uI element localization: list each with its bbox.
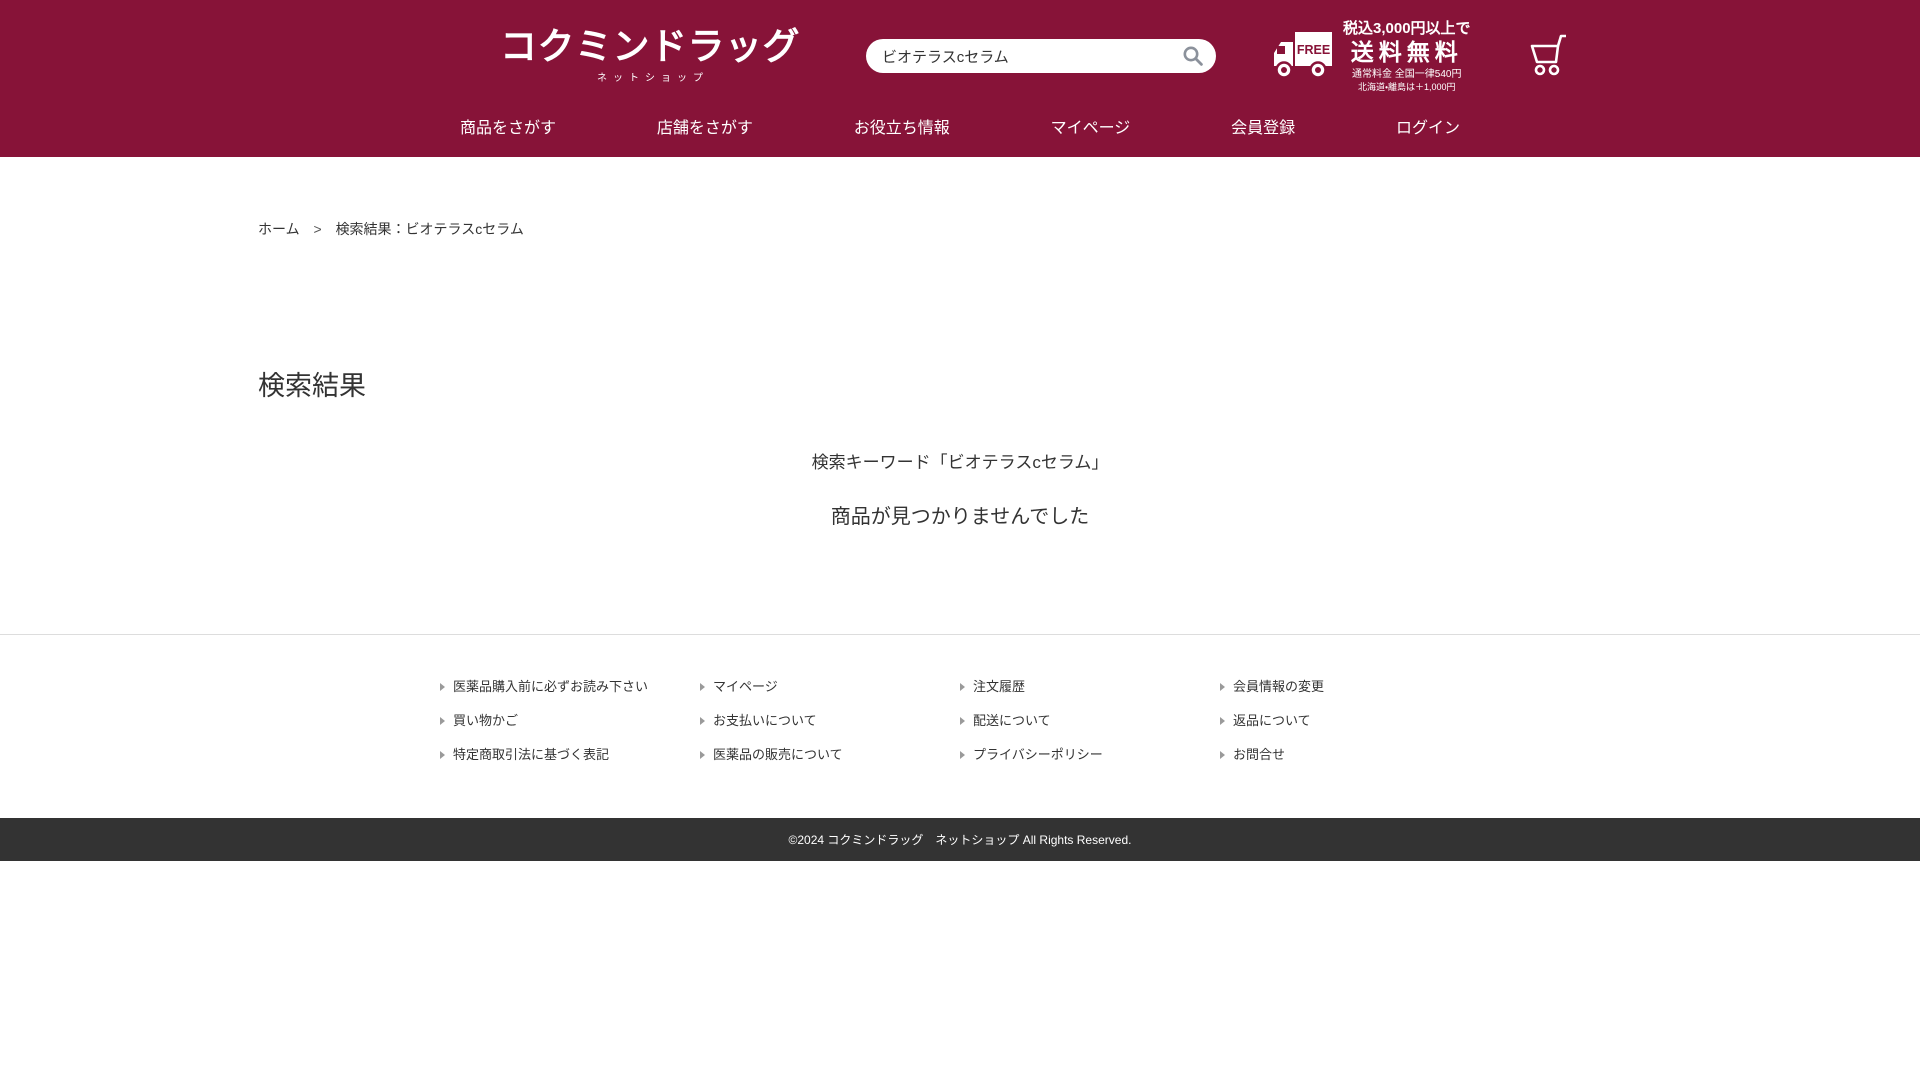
breadcrumb-home-link[interactable]: ホーム: [258, 221, 300, 237]
footer-link-payment[interactable]: お支払いについて: [700, 713, 960, 728]
chevron-right-icon: [960, 716, 965, 725]
search-keyword-text: 検索キーワード「ビオテラスcセラム」: [811, 453, 1109, 472]
chevron-right-icon: [700, 750, 705, 759]
main-content: 検索結果 検索キーワード「ビオテラスcセラム」 商品が見つかりませんでした: [258, 364, 1662, 634]
logo[interactable]: コクミンドラッグ ネットショップ: [500, 28, 800, 84]
footer-link-label: マイページ: [713, 679, 778, 694]
footer-link-label: 配送について: [973, 713, 1051, 728]
footer-link-shopping-cart[interactable]: 買い物かご: [440, 713, 700, 728]
free-shipping-banner: FREE 税込3,000円以上で 送料無料 通常料金 全国一律540円 北海道・…: [1271, 20, 1471, 93]
header-top-row: コクミンドラッグ ネットショップ FREE: [460, 0, 1566, 102]
chevron-right-icon: [960, 682, 965, 691]
chevron-right-icon: [1220, 750, 1225, 759]
shipping-condition: 税込3,000円以上で: [1343, 19, 1471, 37]
cart-button[interactable]: [1523, 30, 1567, 83]
footer-link-delivery[interactable]: 配送について: [960, 713, 1220, 728]
site-footer: 医薬品購入前に必ずお読み下さい 買い物かご 特定商取引法に基づく表記 マイページ…: [0, 634, 1920, 861]
main-nav: 商品をさがす 店舗をさがす お役立ち情報 マイページ 会員登録 ログイン: [460, 102, 1460, 149]
breadcrumb-separator: >: [313, 221, 322, 237]
logo-text: コクミンドラッグ: [500, 26, 800, 67]
footer-link-label: 買い物かご: [453, 713, 519, 728]
footer-link-label: プライバシーポリシー: [973, 747, 1103, 762]
search-input[interactable]: [866, 39, 1216, 73]
chevron-right-icon: [700, 716, 705, 725]
footer-link-label: 注文履歴: [973, 679, 1026, 694]
chevron-right-icon: [440, 750, 445, 759]
nav-item-register[interactable]: 会員登録: [1231, 114, 1295, 138]
chevron-right-icon: [1220, 716, 1225, 725]
logo-subtext: ネットショップ: [597, 73, 709, 84]
footer-column-2: マイページ お支払いについて 医薬品の販売について: [700, 679, 960, 762]
copyright-text: ©2024 コクミンドラッグ ネットショップ All Rights Reserv…: [788, 833, 1132, 847]
footer-links: 医薬品購入前に必ずお読み下さい 買い物かご 特定商取引法に基づく表記 マイページ…: [440, 635, 1480, 818]
footer-link-member-info[interactable]: 会員情報の変更: [1220, 679, 1480, 694]
shipping-remote-fee: 北海道・離島は＋1,000円: [1357, 81, 1456, 92]
shipping-normal-fee: 通常料金 全国一律540円: [1352, 69, 1462, 81]
footer-column-4: 会員情報の変更 返品について お問合せ: [1220, 679, 1480, 762]
nav-item-useful-info[interactable]: お役立ち情報: [854, 114, 950, 138]
footer-link-returns[interactable]: 返品について: [1220, 713, 1480, 728]
cart-icon: [1523, 34, 1567, 82]
footer-link-order-history[interactable]: 注文履歴: [960, 679, 1220, 694]
footer-link-label: 医薬品の販売について: [713, 747, 843, 762]
footer-link-legal-notice[interactable]: 特定商取引法に基づく表記: [440, 747, 700, 762]
chevron-right-icon: [700, 682, 705, 691]
footer-link-contact[interactable]: お問合せ: [1220, 747, 1480, 762]
footer-link-medicine-sales[interactable]: 医薬品の販売について: [700, 747, 960, 762]
search-icon[interactable]: [1182, 45, 1204, 67]
footer-link-label: お支払いについて: [713, 713, 817, 728]
footer-link-label: お問合せ: [1233, 747, 1286, 762]
no-results-message: 商品が見つかりませんでした: [830, 506, 1090, 528]
footer-link-privacy-policy[interactable]: プライバシーポリシー: [960, 747, 1220, 762]
copyright-bar: ©2024 コクミンドラッグ ネットショップ All Rights Reserv…: [0, 818, 1920, 861]
page-title: 検索結果: [258, 371, 366, 401]
search-box: [866, 39, 1216, 73]
truck-free-label: FREE: [1297, 43, 1330, 57]
footer-column-1: 医薬品購入前に必ずお読み下さい 買い物かご 特定商取引法に基づく表記: [440, 679, 700, 762]
nav-item-login[interactable]: ログイン: [1396, 114, 1460, 138]
nav-item-stores[interactable]: 店舗をさがす: [657, 114, 753, 138]
footer-column-3: 注文履歴 配送について プライバシーポリシー: [960, 679, 1220, 762]
chevron-right-icon: [1220, 682, 1225, 691]
footer-link-label: 返品について: [1233, 713, 1311, 728]
breadcrumb-current: 検索結果：ビオテラスcセラム: [335, 221, 524, 237]
footer-link-medicine-purchase-notice[interactable]: 医薬品購入前に必ずお読み下さい: [440, 679, 700, 694]
chevron-right-icon: [440, 682, 445, 691]
content-wrapper: ホーム > 検索結果：ビオテラスcセラム 検索結果 検索キーワード「ビオテラスc…: [258, 157, 1662, 634]
footer-link-mypage[interactable]: マイページ: [700, 679, 960, 694]
footer-link-label: 特定商取引法に基づく表記: [453, 747, 610, 762]
shipping-text: 税込3,000円以上で 送料無料 通常料金 全国一律540円 北海道・離島は＋1…: [1343, 20, 1471, 93]
chevron-right-icon: [960, 750, 965, 759]
site-header: コクミンドラッグ ネットショップ FREE: [0, 0, 1920, 157]
delivery-truck-icon: FREE: [1271, 27, 1335, 86]
shipping-free-text: 送料無料: [1350, 38, 1463, 65]
nav-item-mypage[interactable]: マイページ: [1051, 114, 1131, 138]
footer-link-label: 会員情報の変更: [1233, 679, 1325, 694]
breadcrumb: ホーム > 検索結果：ビオテラスcセラム: [258, 157, 1662, 239]
footer-link-label: 医薬品購入前に必ずお読み下さい: [453, 679, 649, 694]
nav-item-products[interactable]: 商品をさがす: [460, 114, 556, 138]
chevron-right-icon: [440, 716, 445, 725]
